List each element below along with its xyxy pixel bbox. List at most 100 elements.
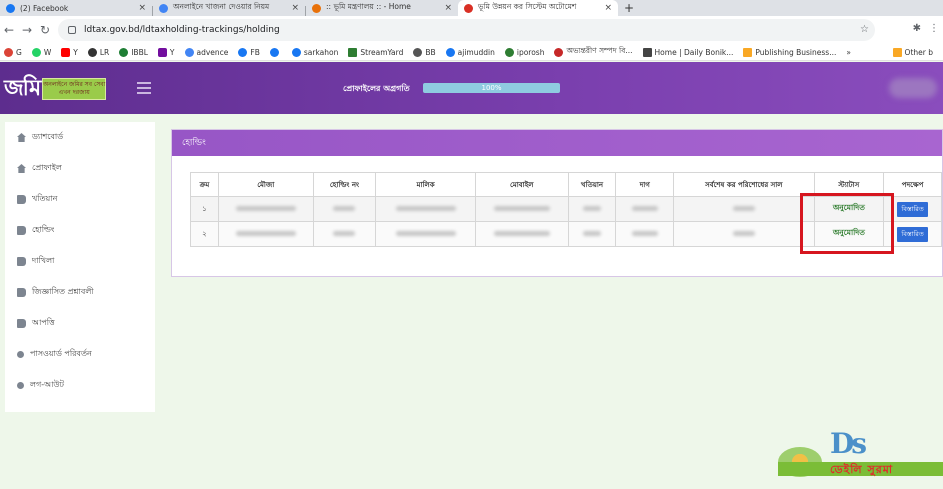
bookmark-item[interactable]: Publishing Business... <box>743 47 837 57</box>
bookmarks-bar: G W Y LR IBBL Y advence FB sarkahon Stre… <box>0 44 943 61</box>
bookmark-label: Home | Daily Bonik... <box>654 47 734 57</box>
sidebar: ড্যাশবোর্ড প্রোফাইল খতিয়ান হোল্ডিং দাখি… <box>5 122 155 412</box>
logo-tag-line2: এখন দরজায় <box>58 89 90 96</box>
bookmark-label: LR <box>99 47 110 57</box>
reload-icon[interactable]: ↻ <box>36 23 54 37</box>
column-header: সর্বশেষ কর পরিশোধের সাল <box>673 172 815 197</box>
cell-mouza-redacted <box>217 221 314 247</box>
bookmark-item[interactable]: IBBL <box>119 47 148 57</box>
bookmark-item[interactable]: BB <box>413 47 436 57</box>
sidebar-item-label: প্রোফাইল <box>32 163 62 172</box>
sidebar-item-holding[interactable]: হোল্ডিং <box>5 215 155 246</box>
bookmark-label: advence <box>196 47 229 57</box>
bookmark-item[interactable]: sarkahon <box>291 47 339 57</box>
status-highlight-box <box>800 193 894 254</box>
bookmark-item[interactable]: W <box>31 47 51 57</box>
bookmark-label: ajimuddin <box>457 47 495 57</box>
menu-icon[interactable]: ⋮ <box>929 23 939 34</box>
bookmark-label: Y <box>169 47 175 57</box>
sidebar-item-faq[interactable]: জিজ্ঞাসিত প্রশ্নাবলী <box>5 277 155 308</box>
url-bar[interactable]: ldtax.gov.bd/ldtaxholding-trackings/hold… <box>58 19 875 41</box>
back-icon[interactable]: ← <box>0 23 18 37</box>
tab-facebook[interactable]: (2) Facebook × <box>0 0 152 16</box>
bookmark-item[interactable]: advence <box>184 47 229 57</box>
sidebar-item-khatian[interactable]: খতিয়ান <box>5 184 155 215</box>
sidebar-item-objection[interactable]: আপত্তি <box>5 308 155 339</box>
close-icon[interactable]: × <box>138 3 146 13</box>
other-bookmarks[interactable]: Other b <box>888 47 933 57</box>
sidebar-item-label: ড্যাশবোর্ড <box>32 132 64 141</box>
close-icon[interactable]: × <box>604 3 612 13</box>
cell-khatian-redacted <box>567 221 617 247</box>
bookmark-item[interactable]: Y <box>61 47 78 57</box>
sidebar-item-label: আপত্তি <box>32 318 55 327</box>
bookmark-item[interactable]: অভ্যন্তরীণ সম্পদ বি... <box>554 46 633 58</box>
close-icon[interactable]: × <box>291 3 299 13</box>
cell-serial: ১ <box>190 196 219 222</box>
url-text: ldtax.gov.bd/ldtaxholding-trackings/hold… <box>84 25 280 35</box>
bookmark-item[interactable]: iporosh <box>504 47 544 57</box>
tab-label: অনলাইনে খাজনা দেওয়ার নিয়ম <box>173 2 270 11</box>
watermark-mark: Ds <box>830 427 867 460</box>
tab-label: (2) Facebook <box>20 3 69 13</box>
details-button[interactable]: বিস্তারিত <box>897 201 928 217</box>
user-menu[interactable] <box>889 78 937 98</box>
address-bar-row: ← → ↻ ldtax.gov.bd/ldtaxholding-tracking… <box>0 16 943 44</box>
forward-icon[interactable]: → <box>18 23 36 37</box>
bookmark-item[interactable]: Home | Daily Bonik... <box>642 47 734 57</box>
bookmark-label: Y <box>73 47 78 57</box>
bookmark-item[interactable]: ajimuddin <box>445 47 495 57</box>
bookmarks-overflow[interactable]: » <box>846 48 851 57</box>
sidebar-item-change-password[interactable]: পাসওয়ার্ড পরিবর্তন <box>5 339 155 370</box>
bookmark-item[interactable]: StreamYard <box>348 47 404 57</box>
ministry-icon <box>312 3 321 13</box>
profile-progress-fill: 100% <box>423 83 560 93</box>
column-header: মৌজা <box>217 172 314 197</box>
sidebar-item-profile[interactable]: প্রোফাইল <box>5 153 155 184</box>
bookmark-label: StreamYard <box>360 47 404 57</box>
sidebar-item-dashboard[interactable]: ড্যাশবোর্ড <box>5 122 155 153</box>
new-tab-button[interactable]: + <box>618 0 634 16</box>
tab-land-ministry[interactable]: :: ভূমি মন্ত্রণালয় :: - Home × <box>306 0 458 16</box>
close-icon[interactable]: × <box>444 3 452 13</box>
facebook-icon <box>6 3 15 13</box>
bookmark-item[interactable]: LR <box>87 47 110 57</box>
sidebar-item-label: জিজ্ঞাসিত প্রশ্নাবলী <box>32 287 94 296</box>
tab-khajna-guide[interactable]: অনলাইনে খাজনা দেওয়ার নিয়ম × <box>153 0 305 16</box>
chevron-double-right-icon: » <box>846 47 851 57</box>
bookmark-star-icon[interactable]: ☆ <box>860 24 869 35</box>
youtube-icon <box>61 47 71 57</box>
bookmark-label: sarkahon <box>303 47 339 57</box>
streamyard-icon <box>348 47 358 57</box>
facebook-icon <box>445 47 455 57</box>
iporosh-icon <box>504 47 514 57</box>
logo-tag-line1: অনলাইনে জমির সব সেবা <box>43 81 106 88</box>
home-icon <box>17 133 26 142</box>
cell-dag-redacted <box>615 196 675 222</box>
column-header: হোল্ডিং নং <box>312 172 377 197</box>
site-logo[interactable]: জমি অনলাইনে জমির সব সেবা এখন দরজায় <box>4 74 107 104</box>
sidebar-item-dakhila[interactable]: দাখিলা <box>5 246 155 277</box>
book-icon <box>17 288 26 297</box>
logo-text: জমি <box>4 75 41 101</box>
details-button[interactable]: বিস্তারিত <box>897 226 928 242</box>
cell-holding-no-redacted <box>312 221 377 247</box>
browser-tab-strip: (2) Facebook × অনলাইনে খাজনা দেওয়ার নিয… <box>0 0 943 16</box>
column-header: মালিক <box>375 172 476 197</box>
hamburger-menu-icon[interactable] <box>137 82 151 94</box>
bookmark-label: Publishing Business... <box>755 47 837 57</box>
bookmark-item[interactable]: Y <box>157 47 175 57</box>
sidebar-item-logout[interactable]: লগ-আউট <box>5 370 155 401</box>
yahoo-mail-icon <box>157 47 167 57</box>
cell-owner-redacted <box>375 221 476 247</box>
globe-icon <box>413 47 423 57</box>
key-icon <box>17 382 24 389</box>
extensions-icon[interactable]: ✱ <box>913 23 921 34</box>
folder-icon <box>892 47 902 57</box>
bookmark-item[interactable]: G <box>4 47 22 57</box>
bookmark-item[interactable]: FB <box>238 47 260 57</box>
bookmark-item[interactable] <box>269 47 282 57</box>
page-icon <box>642 47 652 57</box>
tab-ldtax-active[interactable]: ভূমি উন্নয়ন কর সিস্টেম অটোমেশ × <box>458 0 618 16</box>
book-icon <box>17 195 26 204</box>
